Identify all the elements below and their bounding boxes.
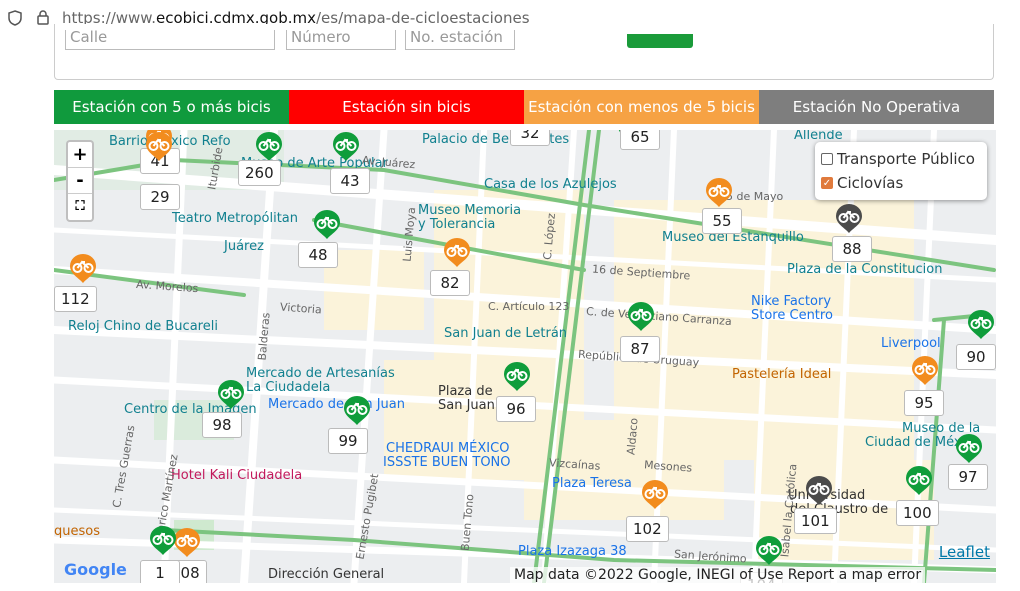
lock-icon[interactable] (36, 9, 50, 25)
layers-control: Transporte Público ✓ Ciclovías (815, 142, 987, 200)
place-label[interactable]: La Ciudadela (246, 380, 330, 395)
station-marker[interactable] (146, 524, 180, 558)
station-marker[interactable] (752, 534, 786, 568)
place-label[interactable]: Store Centro (751, 308, 833, 323)
station-marker[interactable] (964, 308, 996, 342)
place-label[interactable]: Dirección General (268, 567, 384, 582)
layer-label: Transporte Público (837, 150, 975, 168)
place-label[interactable]: Reloj Chino de Bucareli (68, 319, 218, 334)
place-label[interactable]: Nike Factory (751, 294, 831, 309)
station-count[interactable]: 65 (620, 130, 660, 150)
station-count[interactable]: 55 (702, 208, 742, 234)
station-marker[interactable] (638, 478, 672, 512)
layer-ciclovias[interactable]: ✓ Ciclovías (821, 171, 981, 195)
checkbox-icon[interactable] (821, 153, 833, 165)
place-label[interactable]: Liverpool (881, 336, 941, 351)
station-marker[interactable] (340, 394, 374, 428)
legend-gray: Estación No Operativa (759, 90, 994, 124)
station-marker[interactable] (624, 300, 658, 334)
station-count[interactable]: 97 (948, 464, 988, 490)
station-count[interactable]: 43 (330, 168, 370, 194)
station-count[interactable]: 102 (626, 516, 669, 542)
layer-label: Ciclovías (837, 174, 904, 192)
place-label[interactable]: Casa de los Azulejos (484, 177, 617, 192)
layer-transporte[interactable]: Transporte Público (821, 147, 981, 171)
street-label: C. Artículo 123 (488, 300, 570, 313)
station-input[interactable]: No. estación (405, 30, 515, 50)
station-map[interactable]: Barrio México Refo Palacio de Bellas Art… (54, 130, 996, 583)
station-marker[interactable] (702, 176, 736, 210)
shield-icon[interactable] (8, 10, 22, 26)
place-label[interactable]: Plaza de (438, 384, 493, 399)
place-label[interactable]: y Tolerancia (418, 217, 495, 232)
place-label[interactable]: Hotel Kali Ciudadela (171, 468, 302, 483)
street-input[interactable]: Calle (65, 30, 275, 50)
place-label[interactable]: Plaza de la Constitucion (787, 262, 942, 277)
station-marker[interactable] (310, 208, 344, 242)
legend-red: Estación sin bicis (289, 90, 524, 124)
zoom-in-button[interactable]: + (68, 142, 92, 168)
map-attribution[interactable]: Map data ©2022 Google, INEGI of Use Repo… (510, 567, 926, 583)
station-count[interactable]: 112 (54, 286, 97, 312)
station-count[interactable]: 260 (238, 160, 281, 186)
zoom-control: + - ⛶ (66, 140, 94, 222)
place-label[interactable]: CHEDRAUI MÉXICO (386, 441, 509, 456)
place-label[interactable]: ISSSTE BUEN TONO (383, 455, 511, 470)
station-marker[interactable] (908, 354, 942, 388)
station-count[interactable]: 96 (496, 396, 536, 422)
station-count[interactable]: 101 (794, 508, 837, 534)
station-count[interactable]: 88 (832, 236, 872, 262)
station-marker[interactable] (832, 202, 866, 236)
station-marker[interactable] (66, 252, 100, 286)
station-count[interactable]: 32 (510, 130, 550, 146)
place-label[interactable]: Teatro Metropólitan (172, 211, 298, 226)
station-count[interactable]: 95 (904, 390, 944, 416)
checkbox-checked-icon[interactable]: ✓ (821, 177, 833, 189)
number-input[interactable]: Número (286, 30, 396, 50)
search-button[interactable] (627, 34, 693, 48)
station-marker[interactable] (142, 130, 176, 164)
station-count[interactable]: 82 (430, 270, 470, 296)
station-marker[interactable] (214, 378, 248, 412)
station-count[interactable]: 99 (328, 428, 368, 454)
station-count[interactable]: 87 (620, 336, 660, 362)
legend-orange: Estación con menos de 5 bicis (524, 90, 759, 124)
fullscreen-icon[interactable]: ⛶ (68, 194, 92, 220)
station-marker[interactable] (252, 130, 286, 164)
station-count[interactable]: 48 (298, 242, 338, 268)
place-label[interactable]: Mercado de San Juan (268, 397, 405, 412)
station-count[interactable]: 98 (202, 412, 242, 438)
place-label[interactable]: quesos (54, 524, 100, 539)
station-count[interactable]: 29 (140, 184, 180, 210)
station-marker[interactable] (902, 464, 936, 498)
station-marker[interactable] (329, 130, 363, 164)
station-count[interactable]: 1 (140, 560, 180, 583)
station-marker[interactable] (440, 236, 474, 270)
legend-green: Estación con 5 o más bicis (54, 90, 289, 124)
place-label[interactable]: Plaza Izazaga 38 (518, 544, 627, 559)
google-logo: Google (64, 560, 127, 579)
search-form: Calle Número No. estación (54, 24, 994, 80)
station-marker[interactable] (802, 474, 836, 508)
place-label[interactable]: Juárez (224, 239, 264, 254)
station-count[interactable]: 100 (896, 500, 939, 526)
place-label[interactable]: Museo Memoria (418, 203, 521, 218)
station-legend: Estación con 5 o más bicis Estación sin … (54, 90, 994, 124)
zoom-out-button[interactable]: - (68, 168, 92, 194)
place-label[interactable]: San Juan (438, 398, 495, 413)
place-label[interactable]: Pastelería Ideal (732, 367, 831, 382)
station-count[interactable]: 90 (956, 344, 996, 370)
station-marker[interactable] (952, 432, 986, 466)
leaflet-link[interactable]: Leaflet (939, 543, 990, 561)
place-label[interactable]: San Juan de Letrán (444, 326, 567, 341)
station-marker[interactable] (500, 360, 534, 394)
place-label[interactable]: Plaza Teresa (552, 476, 632, 491)
place-label[interactable]: Mercado de Artesanías (246, 366, 395, 381)
